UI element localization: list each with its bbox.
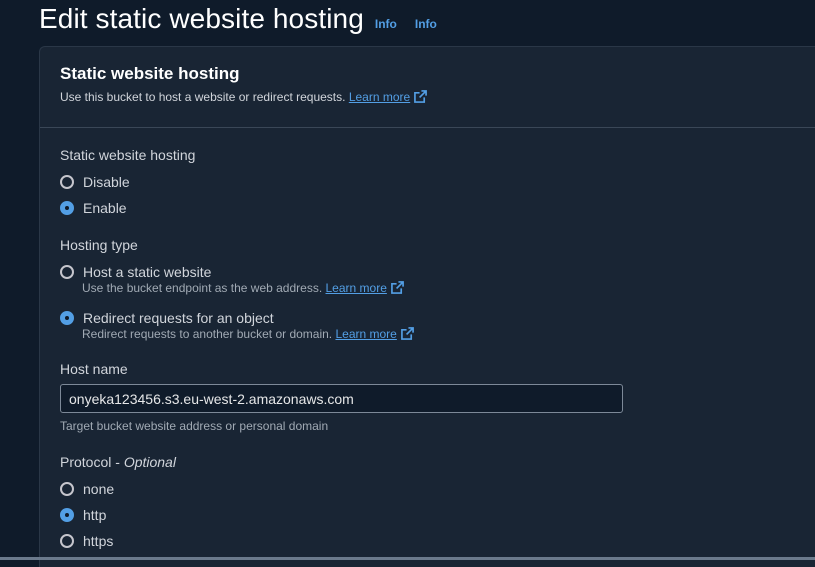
radio-https[interactable]: https xyxy=(60,528,815,554)
host-name-label: Host name xyxy=(60,361,128,377)
radio-none[interactable]: none xyxy=(60,476,815,502)
radio-button-selected[interactable] xyxy=(60,311,74,325)
protocol-label-text: Protocol - xyxy=(60,454,124,470)
panel-title: Static website hosting xyxy=(60,64,240,83)
radio-disable[interactable]: Disable xyxy=(60,169,815,195)
panel-description-text: Use this bucket to host a website or red… xyxy=(60,90,346,104)
page-header: Edit static website hosting Info Info xyxy=(39,3,437,43)
radio-http[interactable]: http xyxy=(60,502,815,528)
radio-label: Enable xyxy=(83,200,127,216)
hosting-type-label: Hosting type xyxy=(60,237,138,253)
radio-label: https xyxy=(83,533,114,549)
radio-description: Use the bucket endpoint as the web addre… xyxy=(82,281,815,295)
panel-body: Static website hosting Disable Enable Ho… xyxy=(40,147,815,554)
learn-more-link[interactable]: Learn more xyxy=(349,90,410,104)
radio-description-text: Use the bucket endpoint as the web addre… xyxy=(82,281,323,295)
radio-enable[interactable]: Enable xyxy=(60,195,815,221)
radio-label: Redirect requests for an object xyxy=(83,310,274,326)
radio-label: http xyxy=(83,507,107,523)
static-website-hosting-panel: Static website hosting Use this bucket t… xyxy=(39,46,815,567)
radio-button-selected[interactable] xyxy=(60,508,74,522)
info-link[interactable]: Info xyxy=(375,17,397,31)
host-name-field-wrap xyxy=(60,384,815,413)
radio-button[interactable] xyxy=(60,482,74,496)
external-link-icon[interactable] xyxy=(400,327,414,340)
panel-header: Static website hosting Use this bucket t… xyxy=(40,47,815,128)
learn-more-link[interactable]: Learn more xyxy=(326,281,387,295)
info-link-secondary[interactable]: Info xyxy=(415,17,437,31)
external-link-icon[interactable] xyxy=(390,281,404,294)
radio-button[interactable] xyxy=(60,265,74,279)
left-gutter xyxy=(0,0,38,560)
radio-button[interactable] xyxy=(60,175,74,189)
protocol-radio-group: none http https xyxy=(60,476,815,554)
hosting-label: Static website hosting xyxy=(60,147,196,163)
radio-button[interactable] xyxy=(60,534,74,548)
radio-description: Redirect requests to another bucket or d… xyxy=(82,327,815,341)
hosting-radio-group: Disable Enable xyxy=(60,169,815,221)
radio-label: Disable xyxy=(83,174,130,190)
radio-description-text: Redirect requests to another bucket or d… xyxy=(82,327,333,341)
learn-more-link[interactable]: Learn more xyxy=(335,327,396,341)
host-name-hint: Target bucket website address or persona… xyxy=(60,419,329,433)
radio-label: Host a static website xyxy=(83,264,212,280)
radio-label: none xyxy=(83,481,115,497)
panel-description: Use this bucket to host a website or red… xyxy=(60,90,815,104)
page-title: Edit static website hosting xyxy=(39,3,364,34)
optional-label: Optional xyxy=(123,454,176,470)
host-name-input[interactable] xyxy=(60,384,623,413)
radio-button-selected[interactable] xyxy=(60,201,74,215)
protocol-label: Protocol - Optional xyxy=(60,454,815,470)
hosting-type-radio-group: Host a static website Use the bucket end… xyxy=(60,259,815,341)
external-link-icon[interactable] xyxy=(414,90,428,103)
